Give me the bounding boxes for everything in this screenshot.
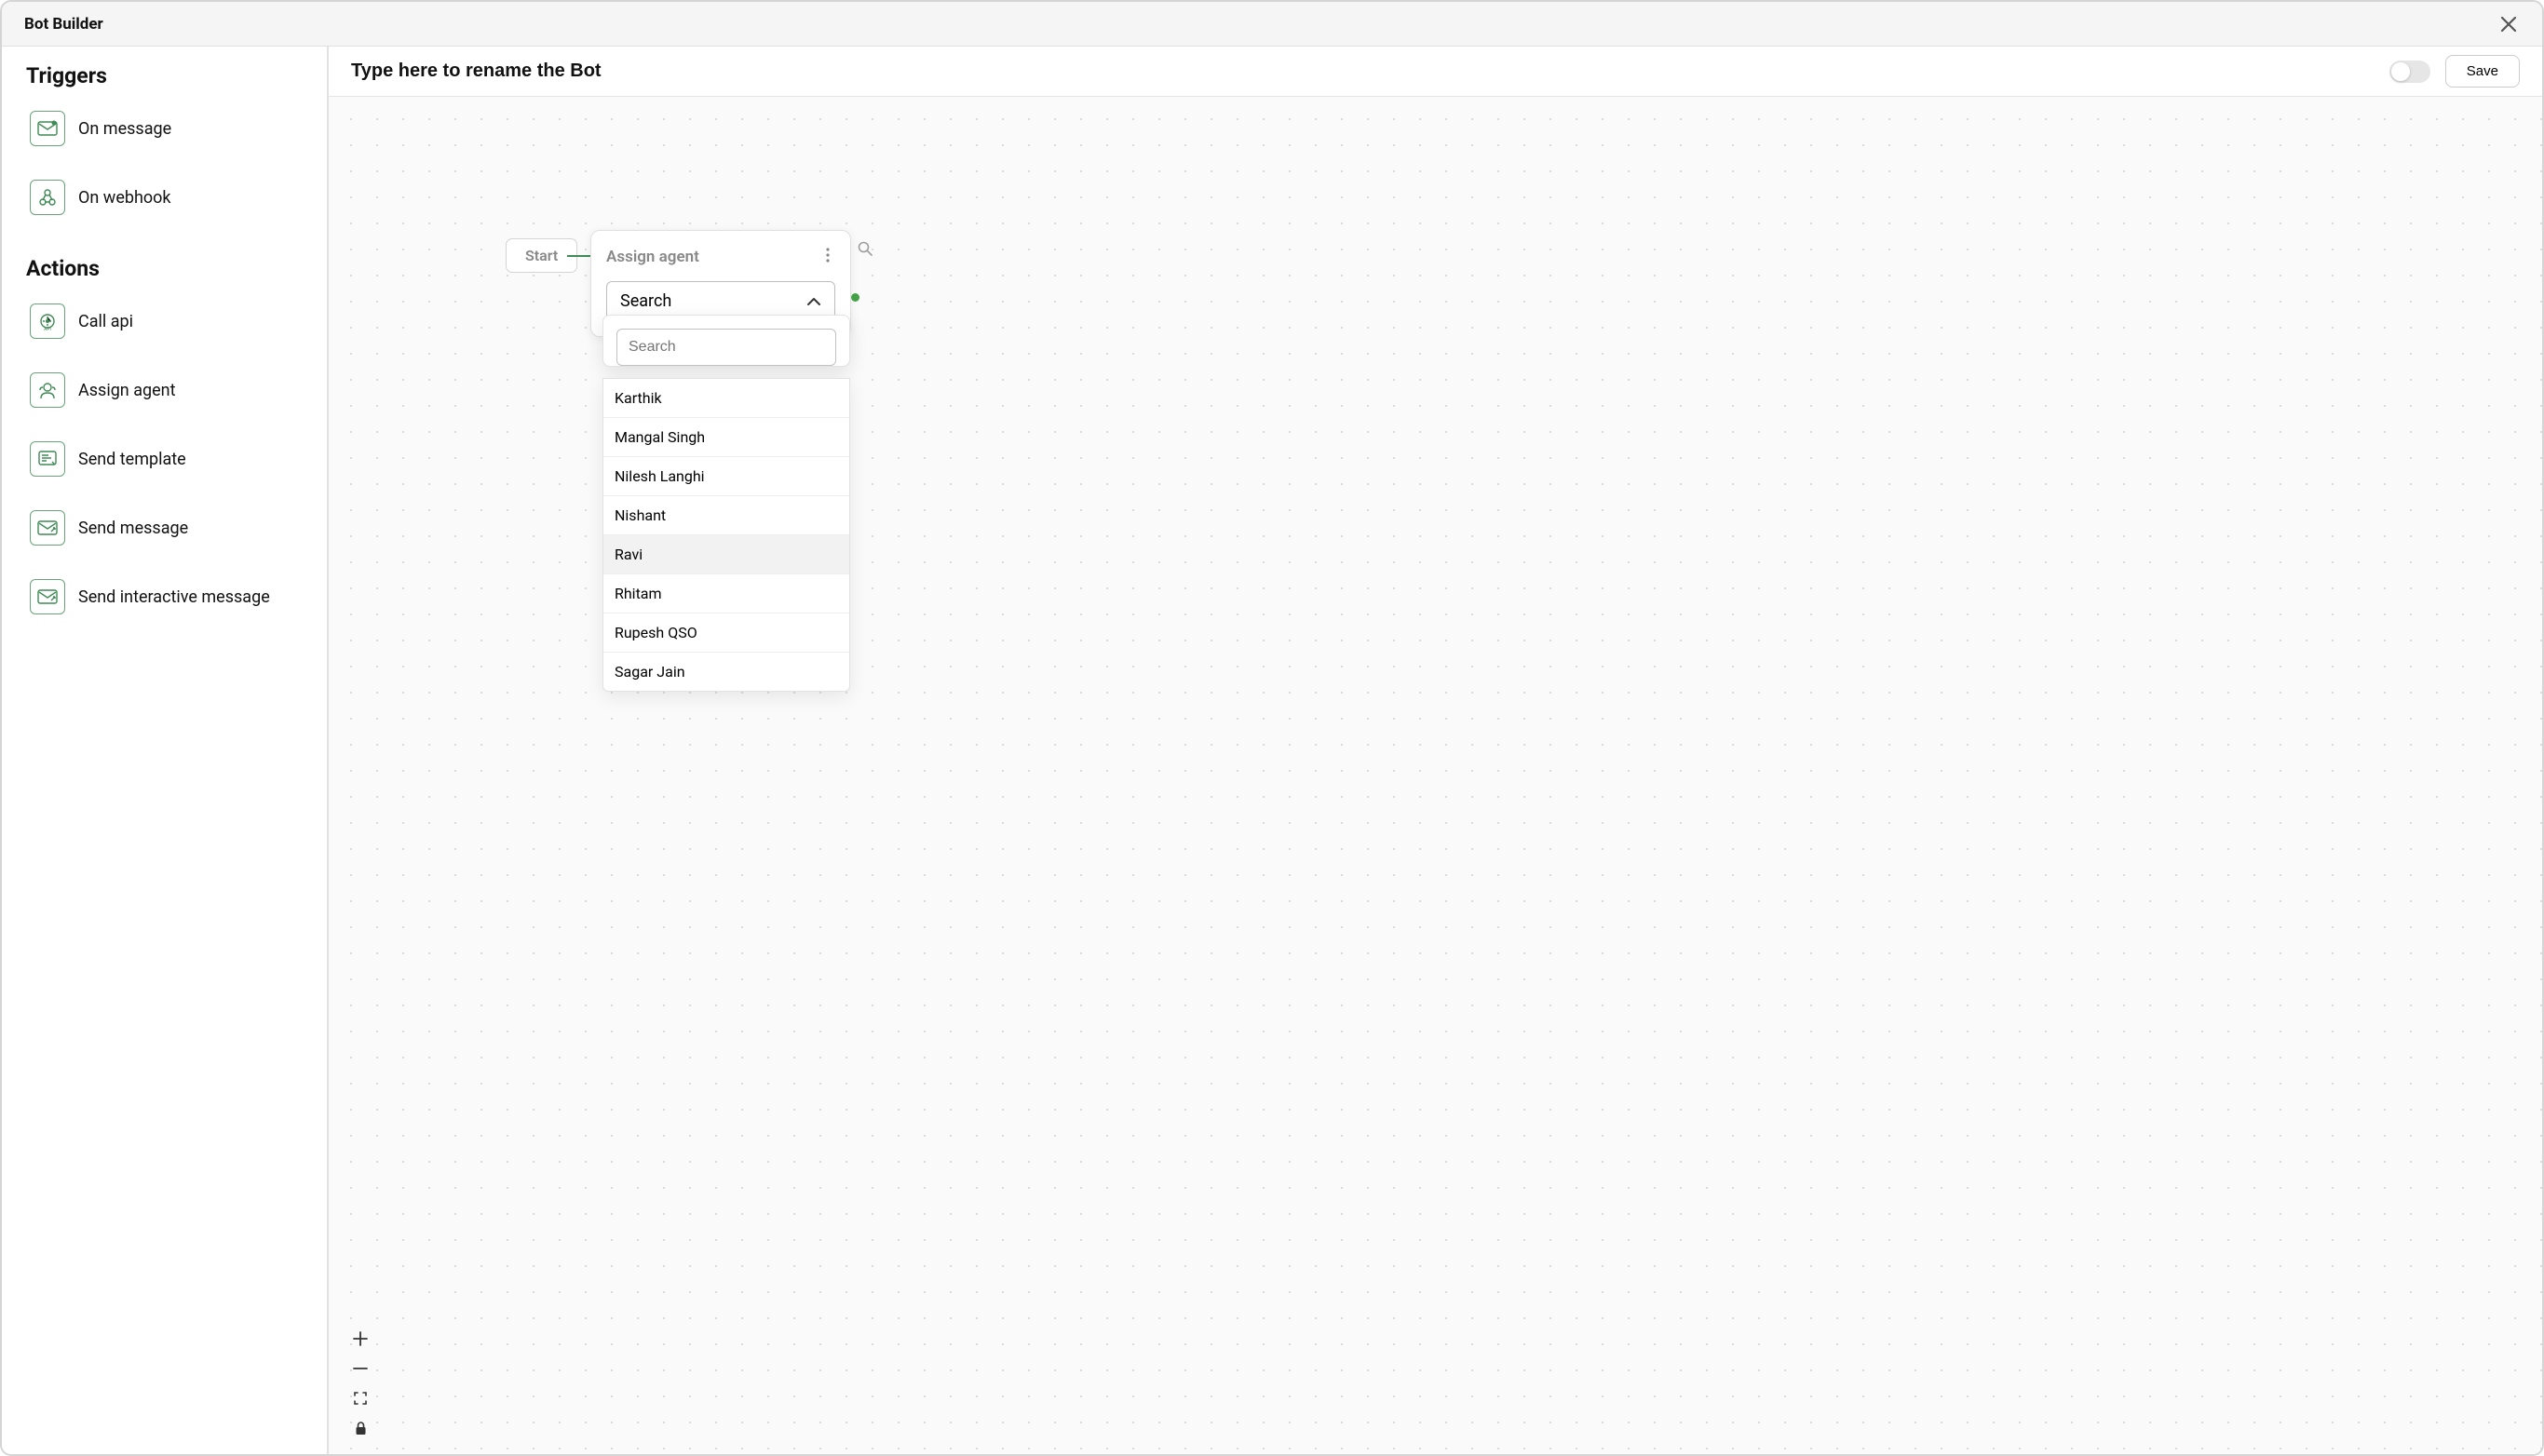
sidebar-item-label: On message bbox=[78, 119, 171, 139]
dropdown-option[interactable]: Rupesh QSO bbox=[603, 613, 849, 653]
dropdown-option[interactable]: Rhitam bbox=[603, 574, 849, 613]
svg-text:API: API bbox=[44, 327, 51, 331]
webhook-icon bbox=[30, 180, 65, 215]
save-button[interactable]: Save bbox=[2445, 55, 2520, 88]
sidebar-item-label: Send template bbox=[78, 450, 186, 469]
sidebar-item-label: Assign agent bbox=[78, 381, 175, 400]
dropdown-options-list: KarthikMangal SinghNilesh LanghiNishantR… bbox=[602, 378, 850, 692]
chevron-up-icon bbox=[806, 291, 821, 311]
sidebar-item-label: Send message bbox=[78, 519, 188, 538]
node-title: Assign agent bbox=[606, 248, 699, 266]
node-header: Assign agent bbox=[606, 246, 835, 268]
agent-icon bbox=[30, 372, 65, 408]
fit-screen-button[interactable] bbox=[347, 1385, 373, 1411]
toggle-knob bbox=[2391, 62, 2410, 81]
dropdown-option[interactable]: Sagar Jain bbox=[603, 653, 849, 691]
triggers-heading: Triggers bbox=[26, 63, 303, 88]
action-send-interactive-message[interactable]: Send interactive message bbox=[26, 570, 303, 624]
sidebar-item-label: Call api bbox=[78, 312, 133, 331]
flow-canvas[interactable]: Start Assign agent Search bbox=[329, 97, 2542, 1454]
trigger-on-webhook[interactable]: On webhook bbox=[26, 170, 303, 239]
toolbar: Save bbox=[329, 47, 2542, 97]
output-port[interactable] bbox=[851, 293, 859, 302]
node-menu-button[interactable] bbox=[820, 246, 835, 268]
dropdown-option[interactable]: Ravi bbox=[603, 535, 849, 574]
dropdown-option[interactable]: Mangal Singh bbox=[603, 418, 849, 457]
content: Triggers On message On webhook Actions A… bbox=[2, 47, 2542, 1454]
dropdown-search-panel bbox=[602, 315, 850, 367]
titlebar-title: Bot Builder bbox=[24, 15, 103, 34]
actions-heading: Actions bbox=[26, 256, 303, 281]
zoom-in-button[interactable] bbox=[347, 1326, 373, 1352]
send-message-icon bbox=[30, 510, 65, 546]
close-icon bbox=[2500, 16, 2517, 33]
app-window: Bot Builder Triggers On message On webho… bbox=[0, 0, 2544, 1456]
interactive-message-icon bbox=[30, 579, 65, 614]
action-call-api[interactable]: API Call api bbox=[26, 294, 303, 363]
lock-button[interactable] bbox=[347, 1415, 373, 1441]
action-send-template[interactable]: Send template bbox=[26, 432, 303, 501]
kebab-icon bbox=[826, 248, 830, 263]
sidebar-item-label: On webhook bbox=[78, 188, 171, 208]
select-label: Search bbox=[620, 291, 671, 311]
sidebar: Triggers On message On webhook Actions A… bbox=[2, 47, 329, 1454]
magnifier-icon bbox=[858, 241, 873, 256]
titlebar: Bot Builder bbox=[2, 2, 2542, 47]
enable-toggle[interactable] bbox=[2389, 61, 2430, 83]
lock-icon bbox=[355, 1422, 367, 1436]
fullscreen-icon bbox=[354, 1392, 367, 1405]
zoom-out-button[interactable] bbox=[347, 1355, 373, 1382]
main-area: Save Start Assign agent Search bbox=[329, 47, 2542, 1454]
template-icon bbox=[30, 441, 65, 477]
dropdown-search-input[interactable] bbox=[616, 329, 836, 366]
api-icon: API bbox=[30, 303, 65, 339]
trigger-on-message[interactable]: On message bbox=[26, 101, 303, 170]
bot-name-input[interactable] bbox=[351, 61, 2375, 82]
action-send-message[interactable]: Send message bbox=[26, 501, 303, 570]
node-zoom-button[interactable] bbox=[858, 241, 873, 260]
message-icon bbox=[30, 111, 65, 146]
close-button[interactable] bbox=[2497, 13, 2520, 35]
sidebar-item-label: Send interactive message bbox=[78, 587, 270, 607]
dropdown-option[interactable]: Nishant bbox=[603, 496, 849, 535]
minus-icon bbox=[353, 1361, 368, 1376]
action-assign-agent[interactable]: Assign agent bbox=[26, 363, 303, 432]
plus-icon bbox=[353, 1331, 368, 1346]
connector-line bbox=[567, 255, 591, 257]
canvas-controls bbox=[347, 1326, 373, 1441]
dropdown-option[interactable]: Karthik bbox=[603, 379, 849, 418]
dropdown-option[interactable]: Nilesh Langhi bbox=[603, 457, 849, 496]
